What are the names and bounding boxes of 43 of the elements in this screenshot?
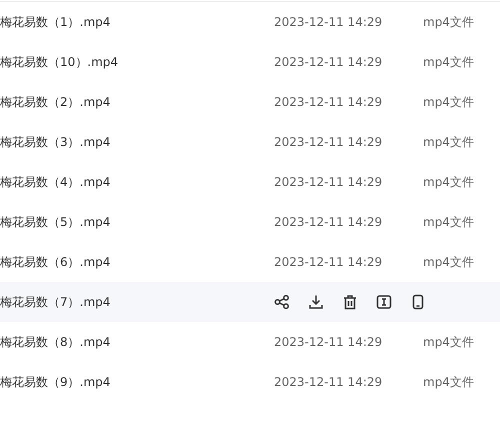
file-type: mp4文件 (423, 174, 474, 190)
file-name[interactable]: 梅花易数（6）.mp4 (0, 254, 274, 270)
file-row[interactable]: 梅花易数（6）.mp4 2023-12-11 14:29 mp4文件 (0, 242, 500, 282)
file-type: mp4文件 (423, 134, 474, 150)
modified-date: 2023-12-11 14:29 (274, 255, 384, 269)
modified-date: 2023-12-11 14:29 (274, 55, 384, 69)
file-type: mp4文件 (423, 94, 474, 110)
file-row[interactable]: 梅花易数（3）.mp4 2023-12-11 14:29 mp4文件 (0, 122, 500, 162)
phone-icon[interactable] (410, 294, 426, 310)
file-name[interactable]: 梅花易数（1）.mp4 (0, 14, 274, 30)
file-row[interactable]: 梅花易数（1）.mp4 2023-12-11 14:29 mp4文件 (0, 2, 500, 42)
file-name[interactable]: 梅花易数（10）.mp4 (0, 54, 274, 70)
file-name[interactable]: 梅花易数（8）.mp4 (0, 334, 274, 350)
file-row[interactable]: 梅花易数（9）.mp4 2023-12-11 14:29 mp4文件 (0, 362, 500, 402)
file-name[interactable]: 梅花易数（3）.mp4 (0, 134, 274, 150)
modified-date: 2023-12-11 14:29 (274, 15, 384, 29)
file-type: mp4文件 (423, 14, 474, 30)
file-row[interactable]: 梅花易数（4）.mp4 2023-12-11 14:29 mp4文件 (0, 162, 500, 202)
modified-date: 2023-12-11 14:29 (274, 215, 384, 229)
modified-date: 2023-12-11 14:29 (274, 375, 384, 389)
file-row[interactable]: 梅花易数（7）.mp4 (0, 282, 500, 322)
file-name[interactable]: 梅花易数（2）.mp4 (0, 94, 274, 110)
file-name[interactable]: 梅花易数（4）.mp4 (0, 174, 274, 190)
modified-date: 2023-12-11 14:29 (274, 135, 384, 149)
file-type: mp4文件 (423, 374, 474, 390)
modified-date: 2023-12-11 14:29 (274, 175, 384, 189)
file-row[interactable]: 梅花易数（8）.mp4 2023-12-11 14:29 mp4文件 (0, 322, 500, 362)
file-name[interactable]: 梅花易数（7）.mp4 (0, 294, 274, 310)
file-row[interactable]: 梅花易数（2）.mp4 2023-12-11 14:29 mp4文件 (0, 82, 500, 122)
modified-date: 2023-12-11 14:29 (274, 335, 384, 349)
download-icon[interactable] (308, 294, 324, 310)
file-row[interactable]: 梅花易数（10）.mp4 2023-12-11 14:29 mp4文件 (0, 42, 500, 82)
file-type: mp4文件 (423, 214, 474, 230)
file-type: mp4文件 (423, 254, 474, 270)
file-type: mp4文件 (423, 54, 474, 70)
rename-icon[interactable] (376, 294, 392, 310)
file-row[interactable]: 梅花易数（5）.mp4 2023-12-11 14:29 mp4文件 (0, 202, 500, 242)
share-icon[interactable] (274, 294, 290, 310)
file-name[interactable]: 梅花易数（9）.mp4 (0, 374, 274, 390)
file-type: mp4文件 (423, 334, 474, 350)
modified-date: 2023-12-11 14:29 (274, 95, 384, 109)
file-name[interactable]: 梅花易数（5）.mp4 (0, 214, 274, 230)
delete-icon[interactable] (342, 294, 358, 310)
